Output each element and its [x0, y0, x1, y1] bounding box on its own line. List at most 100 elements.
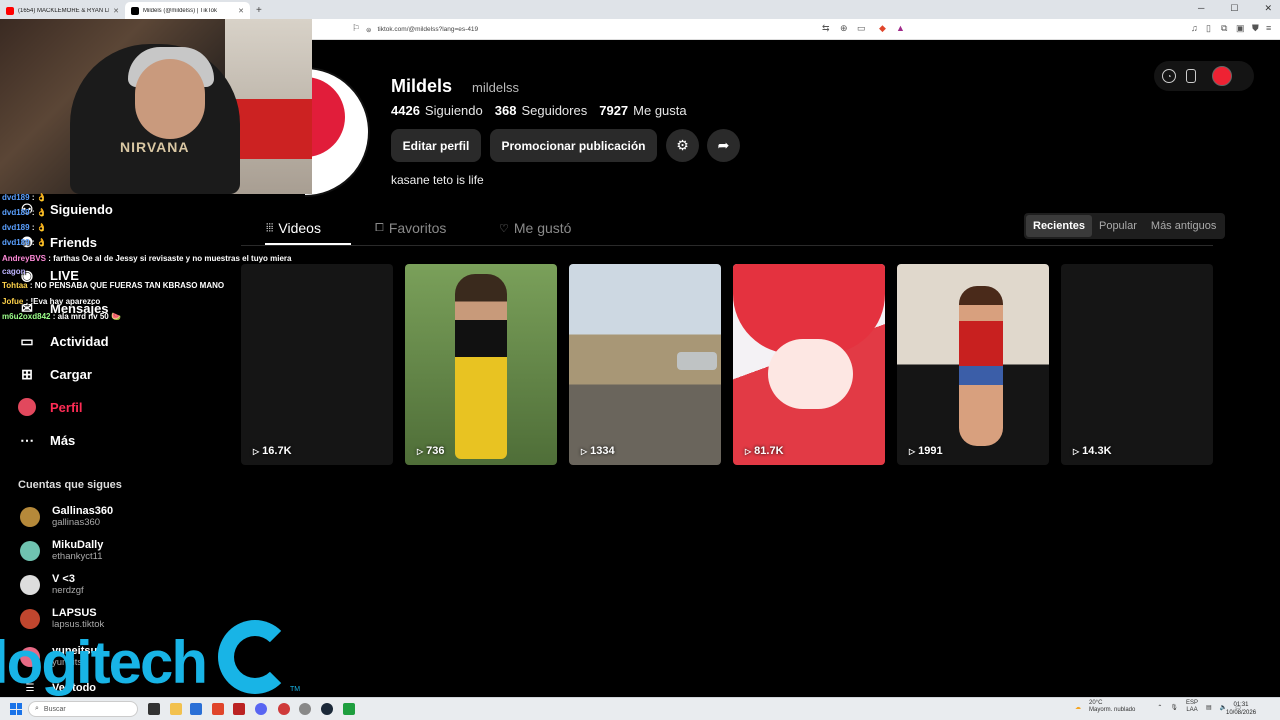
following-account[interactable]: V <3 nerdzgf — [20, 573, 84, 597]
translate-icon[interactable]: ⇆ — [822, 23, 830, 34]
sort-recent[interactable]: Recientes — [1026, 215, 1092, 237]
video-card[interactable]: ▷ 81.7K — [733, 264, 885, 465]
zoom-icon[interactable]: ⊕ — [840, 23, 848, 34]
close-tab-icon[interactable]: ✕ — [113, 7, 119, 15]
following-stat[interactable]: 4426 Siguiendo — [391, 103, 483, 118]
site-info-icon[interactable]: ⊜ — [366, 26, 371, 34]
weather-icon[interactable]: ☁ — [1075, 704, 1081, 711]
youtube-icon — [6, 6, 14, 15]
heart-icon: ♡ — [499, 222, 509, 235]
chat-message: m6u2oxd842 : ala mrd nv 50 🍉 — [2, 312, 121, 321]
wallet-icon[interactable]: ▣ — [1236, 23, 1245, 34]
new-tab-button[interactable]: + — [256, 2, 262, 19]
address-bar[interactable]: ⊜ tiktok.com/@mildelss?lang=es-419 — [366, 22, 1126, 37]
likes-stat: 7927 Me gusta — [599, 103, 687, 118]
profile-bio: kasane teto is life — [391, 173, 484, 187]
taskbar-search[interactable]: ⌕ Buscar — [28, 701, 138, 717]
chat-message: Tohtaa : NO PENSABA QUE FUERAS TAN KBRAS… — [2, 281, 225, 290]
play-icon: ▷ — [909, 446, 916, 456]
menu-icon[interactable]: ≡ — [1266, 23, 1271, 33]
cast-icon[interactable]: ▭ — [857, 23, 866, 34]
logitech-logo: logitech — [0, 629, 208, 696]
chat-message: AndreyBVS : farthas Oe al de Jessy si re… — [2, 254, 292, 263]
profile-avatar[interactable] — [305, 67, 370, 197]
sort-popular[interactable]: Popular — [1092, 215, 1144, 237]
video-thumbnail — [959, 286, 1003, 446]
following-accounts-title: Cuentas que sigues — [18, 479, 122, 491]
sidebar-item-profile[interactable]: Perfil — [18, 398, 83, 416]
followers-stat[interactable]: 368 Seguidores — [495, 103, 587, 118]
sidebar-icon[interactable]: ▯ — [1206, 23, 1211, 34]
user-avatar[interactable] — [1212, 66, 1232, 86]
browser-tab-active[interactable]: Mildels (@mildelss) | TikTok ✕ — [125, 2, 250, 19]
bookmark-icon[interactable]: ⚐ — [352, 23, 360, 34]
tab-liked[interactable]: ♡ Me gustó — [499, 220, 571, 236]
playlist-icon[interactable]: ♫ — [1191, 23, 1198, 33]
sidebar-item-upload[interactable]: ⊞ Cargar — [18, 365, 92, 383]
taskbar-clock[interactable]: 01:31 10/08/2026 — [1226, 701, 1256, 717]
video-card[interactable]: ▷ 1991 — [897, 264, 1049, 465]
system-tray: ☁ 20°C Mayorm. nublado ⌃ 🎙 ESP LAA ▤ 🔈 ▭ — [1075, 700, 1241, 714]
avatar — [20, 609, 40, 629]
rewards-icon[interactable]: ▲ — [896, 23, 905, 33]
mobile-app-icon[interactable] — [1186, 69, 1196, 83]
following-account[interactable]: Gallinas360 gallinas360 — [20, 505, 113, 529]
video-card[interactable]: ▷ 1334 — [569, 264, 721, 465]
tab-favorites[interactable]: ⧠ Favoritos — [375, 220, 446, 236]
following-account[interactable]: MikuDally ethankyct11 — [20, 539, 103, 563]
vpn-icon[interactable]: ⛊ — [1252, 23, 1259, 34]
sidebar-item-activity[interactable]: ▭ Actividad — [18, 332, 108, 350]
bookmark-icon: ⧠ — [375, 221, 384, 234]
play-icon: ▷ — [253, 446, 260, 456]
obs-icon[interactable] — [278, 703, 290, 715]
browser-tabstrip: (1654) MACKLEMORE & RYAN LEWI... ✕ Milde… — [0, 0, 1280, 19]
network-icon[interactable]: ▤ — [1206, 704, 1212, 711]
file-explorer-icon[interactable] — [170, 703, 182, 715]
video-card[interactable]: ▷ 736 — [405, 264, 557, 465]
minimize-icon[interactable]: ─ — [1198, 3, 1204, 14]
steam-icon[interactable] — [321, 703, 333, 715]
xbox-icon[interactable] — [343, 703, 355, 715]
settings-app-icon[interactable] — [299, 703, 311, 715]
sort-oldest[interactable]: Más antiguos — [1144, 215, 1223, 237]
taskbar: ⌕ Buscar ☁ 20°C Mayorm. nublado ⌃ 🎙 ESP LA… — [0, 697, 1280, 720]
edit-profile-button[interactable]: Editar perfil — [391, 129, 481, 162]
close-window-icon[interactable]: ✕ — [1264, 3, 1272, 14]
window-controls: ─ ☐ ✕ — [1198, 3, 1272, 14]
tab-videos[interactable]: ⦙⦙⦙ Videos — [266, 220, 321, 236]
trademark-mark: TM — [290, 686, 301, 693]
tiktok-icon — [131, 6, 139, 15]
more-icon: ⋯ — [20, 431, 34, 448]
video-thumbnail — [455, 274, 507, 459]
play-icon: ▷ — [745, 446, 752, 456]
video-thumbnail — [677, 352, 717, 370]
tab-title: (1654) MACKLEMORE & RYAN LEWI... — [18, 7, 109, 14]
extensions-icon[interactable]: ⧉ — [1221, 23, 1227, 34]
avatar — [20, 575, 40, 595]
task-view-icon[interactable] — [148, 703, 160, 715]
discord-icon[interactable] — [255, 703, 267, 715]
share-icon[interactable]: ➦ — [707, 129, 740, 162]
app-icon[interactable] — [233, 703, 245, 715]
video-card[interactable]: ▷ 14.3K — [1061, 264, 1213, 465]
coins-icon[interactable]: ◔ — [1162, 69, 1176, 83]
windows-start-icon[interactable] — [10, 703, 22, 715]
play-icon: ▷ — [1073, 446, 1080, 456]
play-icon: ▷ — [581, 446, 588, 456]
promote-post-button[interactable]: Promocionar publicación — [490, 129, 657, 162]
webcam-overlay: NIRVANA — [0, 19, 312, 194]
maximize-icon[interactable]: ☐ — [1230, 3, 1238, 14]
video-card[interactable]: ▷ 16.7K — [241, 264, 393, 465]
browser-tab[interactable]: (1654) MACKLEMORE & RYAN LEWI... ✕ — [0, 2, 125, 19]
language-indicator[interactable]: ESP LAA — [1186, 700, 1198, 714]
store-icon[interactable] — [190, 703, 202, 715]
activity-icon: ▭ — [20, 332, 34, 349]
settings-icon[interactable]: ⚙ — [666, 129, 699, 162]
close-tab-icon[interactable]: ✕ — [238, 7, 244, 15]
sidebar-item-more[interactable]: ⋯ Más — [18, 431, 75, 449]
microphone-icon[interactable]: 🎙 — [1170, 704, 1178, 711]
brave-browser-icon[interactable] — [212, 703, 224, 715]
brave-shield-icon[interactable]: ◆ — [879, 23, 886, 34]
chat-message: dvd189 : 👌 — [2, 208, 47, 217]
tray-chevron-icon[interactable]: ⌃ — [1157, 704, 1162, 711]
